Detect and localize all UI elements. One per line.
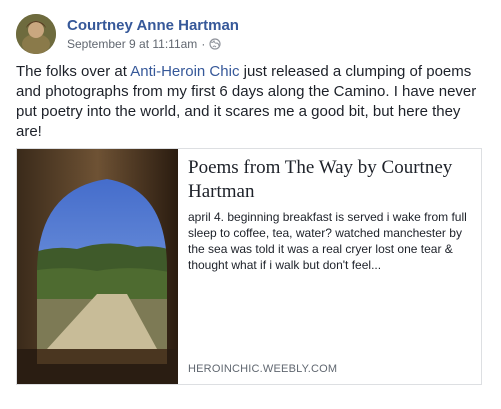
link-preview-title[interactable]: Poems from The Way by Courtney Hartman — [188, 156, 473, 204]
post-text-before: The folks over at — [16, 63, 131, 80]
post-text-link[interactable]: Anti-Heroin Chic — [130, 63, 239, 80]
avatar[interactable] — [16, 14, 56, 54]
post-text: The folks over at Anti-Heroin Chic just … — [16, 62, 486, 142]
link-preview-description: april 4. beginning breakfast is served i… — [188, 210, 467, 272]
link-preview-card[interactable]: Poems from The Way by Courtney Hartman a… — [16, 148, 482, 385]
post-meta: September 9 at 11:11am · — [67, 37, 221, 51]
facebook-post: Courtney Anne Hartman September 9 at 11:… — [0, 0, 501, 409]
post-timestamp[interactable]: September 9 at 11:11am — [67, 37, 197, 51]
link-preview-image[interactable] — [17, 149, 178, 384]
globe-icon[interactable] — [209, 38, 221, 50]
link-preview-domain: HEROINCHIC.WEEBLY.COM — [188, 363, 338, 375]
author-name[interactable]: Courtney Anne Hartman — [67, 17, 239, 34]
meta-separator: · — [201, 37, 206, 51]
